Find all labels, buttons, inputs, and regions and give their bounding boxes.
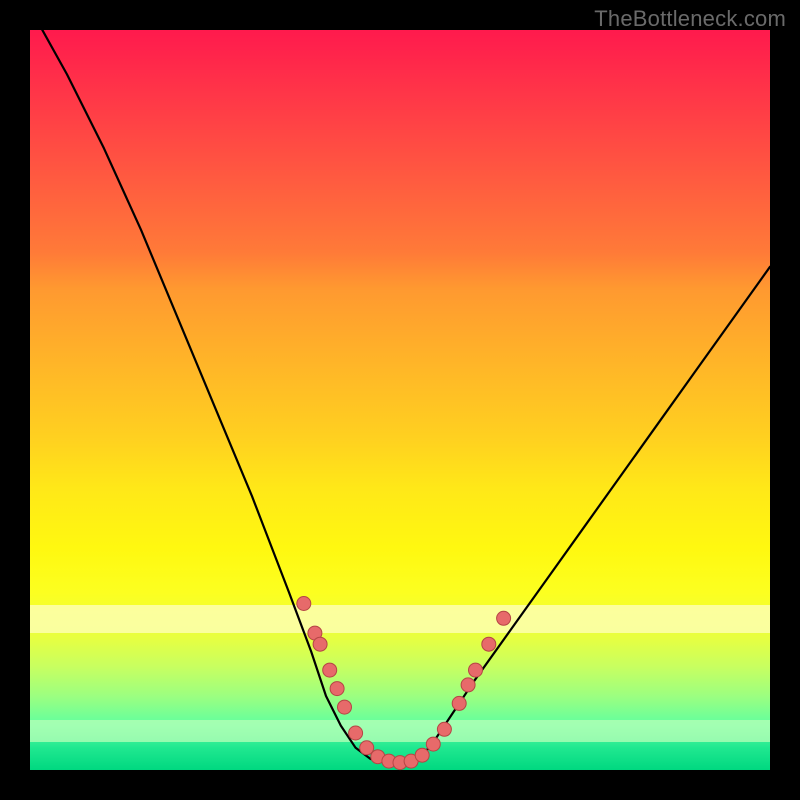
marker-dot (437, 722, 451, 736)
marker-dot (497, 611, 511, 625)
bottleneck-curve-line (30, 8, 770, 763)
marker-dot (330, 682, 344, 696)
marker-dot (338, 700, 352, 714)
chart-frame: TheBottleneck.com (0, 0, 800, 800)
marker-dot (349, 726, 363, 740)
marker-dot (482, 637, 496, 651)
marker-dot (323, 663, 337, 677)
marker-dot (452, 696, 466, 710)
watermark-text: TheBottleneck.com (594, 6, 786, 32)
marker-dot (426, 737, 440, 751)
chart-overlay-svg (30, 30, 770, 770)
marker-group (297, 597, 511, 770)
marker-dot (313, 637, 327, 651)
marker-dot (461, 678, 475, 692)
marker-dot (469, 663, 483, 677)
marker-dot (415, 748, 429, 762)
marker-dot (297, 597, 311, 611)
